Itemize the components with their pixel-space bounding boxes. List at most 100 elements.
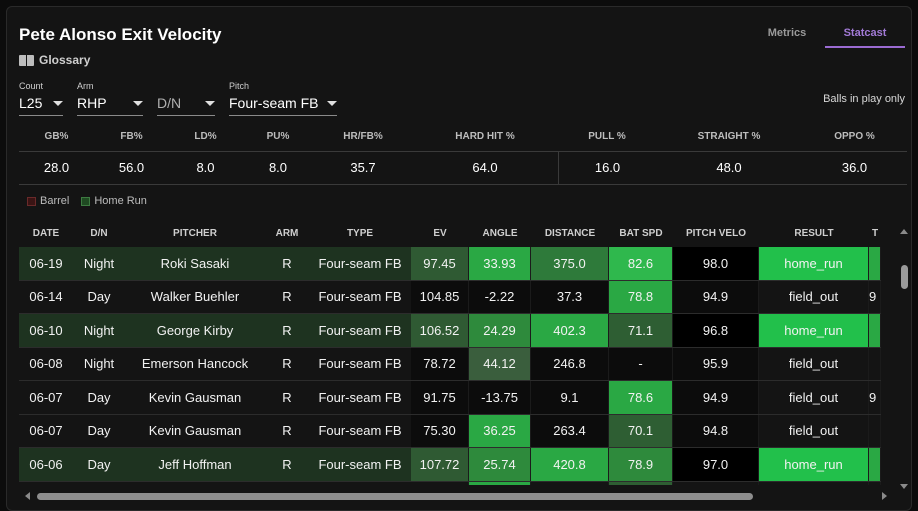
cell-result: field_out bbox=[759, 280, 869, 313]
cell-date: 06-14 bbox=[29, 289, 63, 305]
column-header-type[interactable]: TYPE bbox=[309, 219, 411, 247]
cell-type: Four-seam FB bbox=[318, 289, 402, 305]
cell-angle: -2.22 bbox=[469, 280, 531, 313]
column-header-date[interactable]: DATE bbox=[19, 219, 73, 247]
cell-result: field_out bbox=[759, 347, 869, 380]
summary-header: FB% bbox=[120, 131, 143, 142]
summary-header: OPPO % bbox=[834, 131, 875, 142]
count-value: L25 bbox=[19, 95, 43, 111]
column-header-pitcher[interactable]: PITCHER bbox=[125, 219, 265, 247]
scroll-down-arrow-icon[interactable] bbox=[900, 484, 908, 489]
cell-arm: R bbox=[282, 255, 292, 271]
scroll-up-arrow-icon[interactable] bbox=[900, 229, 908, 234]
home-run-swatch bbox=[81, 196, 91, 206]
vertical-scrollbar[interactable] bbox=[900, 229, 909, 489]
column-header-angle[interactable]: ANGLE bbox=[469, 219, 531, 247]
balls-in-play-note: Balls in play only bbox=[823, 93, 905, 105]
glossary-link[interactable]: Glossary bbox=[19, 53, 90, 67]
scroll-left-arrow-icon[interactable] bbox=[25, 492, 30, 500]
legend-barrel: Barrel bbox=[27, 195, 69, 207]
cell-arm: R bbox=[282, 289, 292, 305]
cell-type: Four-seam FB bbox=[318, 322, 402, 338]
horizontal-scrollbar[interactable] bbox=[25, 491, 887, 501]
scroll-right-arrow-icon[interactable] bbox=[882, 492, 887, 500]
pitch-dropdown[interactable]: Four-seam FB bbox=[229, 94, 337, 116]
day-night-select[interactable]: D/N bbox=[157, 81, 215, 116]
legend-home-run: Home Run bbox=[81, 195, 147, 207]
count-dropdown[interactable]: L25 bbox=[19, 94, 63, 116]
table-row[interactable] bbox=[19, 481, 881, 485]
exit-velocity-panel: Pete Alonso Exit Velocity Glossary Metri… bbox=[6, 6, 912, 511]
cell-day-night: Night bbox=[83, 322, 115, 338]
cell-ev: 107.72 bbox=[411, 448, 469, 481]
table-row[interactable]: 06-06 Day Jeff Hoffman R Four-seam FB 107.72 2… bbox=[19, 448, 881, 482]
tab-metrics[interactable]: Metrics bbox=[747, 21, 827, 48]
cell-ev: 106.52 bbox=[411, 314, 469, 347]
cell-day-night: Day bbox=[87, 289, 111, 305]
vertical-scroll-thumb[interactable] bbox=[901, 265, 908, 289]
cell-pitch-velo: 97.0 bbox=[673, 448, 759, 481]
column-header-distance[interactable]: DISTANCE bbox=[531, 219, 609, 247]
barrel-swatch bbox=[27, 196, 36, 206]
cell-distance: 263.4 bbox=[531, 414, 609, 447]
cell-pitcher: George Kirby bbox=[156, 322, 234, 338]
column-header-pitch-velo[interactable]: PITCH VELO bbox=[673, 219, 759, 247]
pitch-label: Pitch bbox=[229, 81, 250, 91]
table-row[interactable]: 06-14 Day Walker Buehler R Four-seam FB 104.8… bbox=[19, 280, 881, 314]
day-night-value: D/N bbox=[157, 95, 182, 111]
cell-t bbox=[869, 414, 881, 447]
column-header-bat-speed[interactable]: BAT SPD bbox=[609, 219, 673, 247]
column-header-day-night[interactable]: D/N bbox=[73, 219, 125, 247]
column-header-result[interactable]: RESULT bbox=[759, 219, 869, 247]
cell-pitch-velo: 94.8 bbox=[673, 414, 759, 447]
cell-pitcher: Emerson Hancock bbox=[141, 356, 249, 372]
cell-ev: 97.45 bbox=[411, 247, 469, 280]
cell-day-night: Day bbox=[87, 423, 111, 439]
cell-pitcher: Kevin Gausman bbox=[148, 389, 242, 405]
count-select[interactable]: Count L25 bbox=[19, 81, 63, 116]
arm-dropdown[interactable]: RHP bbox=[77, 94, 143, 116]
table-row[interactable]: 06-07 Day Kevin Gausman R Four-seam FB 75.30 3… bbox=[19, 414, 881, 448]
horizontal-scroll-thumb[interactable] bbox=[37, 493, 753, 500]
cell-arm: R bbox=[282, 356, 292, 372]
cell-distance bbox=[531, 481, 609, 485]
summary-header: PU% bbox=[266, 131, 290, 142]
cell-t bbox=[869, 247, 881, 280]
cell-angle: 36.25 bbox=[469, 414, 531, 447]
glossary-label: Glossary bbox=[39, 53, 91, 67]
cell-day-night: Day bbox=[87, 456, 111, 472]
summary-header: HARD HIT % bbox=[455, 131, 515, 142]
table-row[interactable]: 06-07 Day Kevin Gausman R Four-seam FB 91.75-… bbox=[19, 381, 881, 415]
cell-result: home_run bbox=[759, 314, 869, 347]
table-row[interactable]: 06-10 Night George Kirby R Four-seam FB 106.5… bbox=[19, 314, 881, 348]
cell-t bbox=[869, 347, 881, 380]
tab-statcast[interactable]: Statcast bbox=[825, 21, 905, 48]
cell-angle: 44.12 bbox=[469, 347, 531, 380]
day-night-label bbox=[157, 81, 215, 92]
pitch-select[interactable]: Pitch Four-seam FB bbox=[229, 81, 337, 116]
cell-distance: 420.8 bbox=[531, 448, 609, 481]
column-header-t[interactable]: T bbox=[869, 219, 881, 247]
cell-bat-speed: - bbox=[609, 347, 673, 380]
count-label: Count bbox=[19, 81, 44, 91]
cell-pitcher: Jeff Hoffman bbox=[158, 456, 232, 472]
summary-value-row: 28.0 56.0 8.0 8.0 35.7 64.0 16.0 48.0 36… bbox=[19, 151, 907, 185]
arm-select[interactable]: Arm RHP bbox=[77, 81, 143, 116]
cell-ev: 78.72 bbox=[411, 347, 469, 380]
table-row[interactable]: 06-19 Night Roki Sasaki R Four-seam FB 97.45 3… bbox=[19, 247, 881, 281]
cell-pitch-velo: 94.9 bbox=[673, 381, 759, 414]
summary-header: LD% bbox=[194, 131, 217, 142]
cell-bat-speed: 82.6 bbox=[609, 247, 673, 280]
column-header-ev[interactable]: EV bbox=[411, 219, 469, 247]
batted-ball-table: DATE D/N PITCHER ARM TYPE EV ANGLE DISTANCE BAT … bbox=[19, 219, 881, 485]
legend-home-run-label: Home Run bbox=[94, 195, 147, 207]
day-night-dropdown[interactable]: D/N bbox=[157, 94, 215, 116]
chevron-down-icon bbox=[133, 100, 143, 106]
table-row[interactable]: 06-08 Night Emerson Hancock R Four-seam FB 78… bbox=[19, 347, 881, 381]
cell-day-night: Day bbox=[87, 389, 111, 405]
cell-ev: 104.85 bbox=[411, 280, 469, 313]
cell-date: 06-08 bbox=[29, 356, 63, 372]
view-tabs: Metrics Statcast bbox=[747, 21, 905, 48]
column-header-arm[interactable]: ARM bbox=[265, 219, 309, 247]
summary-header: GB% bbox=[44, 131, 69, 142]
